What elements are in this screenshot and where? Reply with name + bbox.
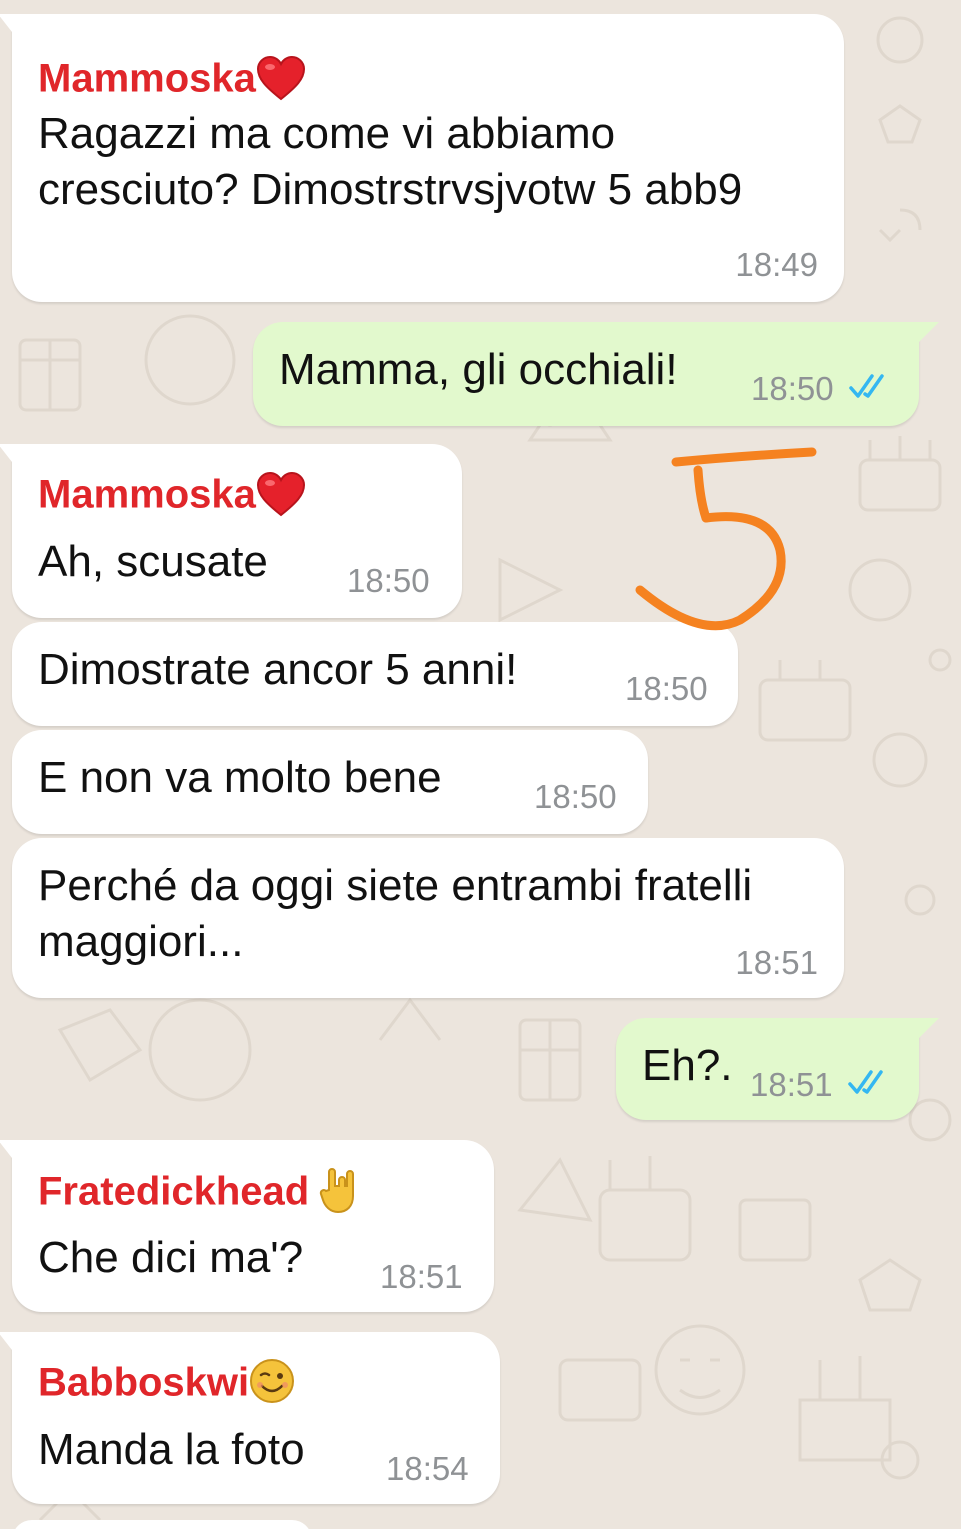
- message-bubble-outgoing[interactable]: Eh?. 18:51: [616, 1018, 939, 1120]
- winking-face-icon: [250, 1359, 295, 1403]
- message-timestamp: 18:50: [751, 370, 834, 407]
- double-check-read-icon: [848, 1070, 883, 1094]
- red-heart-icon: [256, 471, 305, 517]
- message-text: E non va molto bene: [38, 753, 442, 802]
- message-bubble-incoming[interactable]: Mammoska Ah, scusate 18:50: [0, 444, 462, 618]
- sender-name: Mammoska: [38, 55, 306, 104]
- sender-name: Mammoska: [38, 471, 306, 520]
- message-timestamp: 18:51: [735, 944, 818, 981]
- message-text: Eh?.: [642, 1041, 733, 1090]
- message-text: Perché da oggi siete entrambi fratelli m…: [38, 861, 753, 966]
- message-bubble-incoming[interactable]: [12, 1520, 312, 1529]
- double-check-read-icon: [849, 374, 884, 398]
- message-bubble-incoming[interactable]: Fratedickhead Che dici ma'? 18:51: [0, 1140, 494, 1312]
- message-timestamp: 18:50: [347, 562, 430, 599]
- message-timestamp: 18:49: [735, 246, 818, 283]
- message-bubble-outgoing[interactable]: Mamma, gli occhiali! 18:50: [253, 322, 939, 426]
- sender-name: Fratedickhead: [38, 1168, 363, 1218]
- handwritten-five-annotation: [635, 447, 817, 631]
- message-text: Che dici ma'?: [38, 1233, 304, 1282]
- message-timestamp: 18:54: [386, 1450, 469, 1487]
- message-text: Dimostrate ancor 5 anni!: [38, 645, 518, 694]
- message-bubble-incoming[interactable]: Perché da oggi siete entrambi fratelli m…: [12, 838, 844, 998]
- message-bubble-incoming[interactable]: E non va molto bene 18:50: [12, 730, 648, 834]
- chat-view[interactable]: Mammoska Ragazzi ma come vi abbiamo cres…: [0, 0, 961, 1529]
- message-bubble-incoming[interactable]: Babboskwi Manda la foto 18:54: [0, 1332, 500, 1504]
- sender-name: Babboskwi: [38, 1359, 295, 1408]
- message-text: Ragazzi ma come vi abbiamo cresciuto? Di…: [38, 109, 743, 214]
- message-text: Mamma, gli occhiali!: [279, 345, 678, 394]
- red-heart-icon: [256, 55, 305, 101]
- message-text: Manda la foto: [38, 1425, 305, 1474]
- message-timestamp: 18:50: [534, 778, 617, 815]
- message-text: Ah, scusate: [38, 537, 268, 586]
- message-timestamp: 18:51: [750, 1066, 833, 1103]
- message-timestamp: 18:51: [380, 1258, 463, 1295]
- message-timestamp: 18:50: [625, 670, 708, 707]
- rock-hand-icon: [320, 1168, 355, 1214]
- message-bubble-incoming[interactable]: Mammoska Ragazzi ma come vi abbiamo cres…: [0, 14, 844, 302]
